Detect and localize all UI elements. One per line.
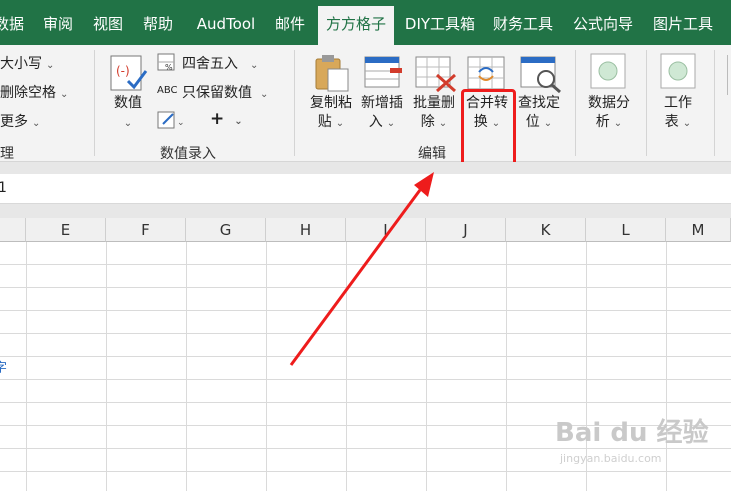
baidu-watermark: Bai du 经验 <box>555 418 709 448</box>
baidu-watermark-url: jingyan.baidu.com <box>560 452 662 465</box>
